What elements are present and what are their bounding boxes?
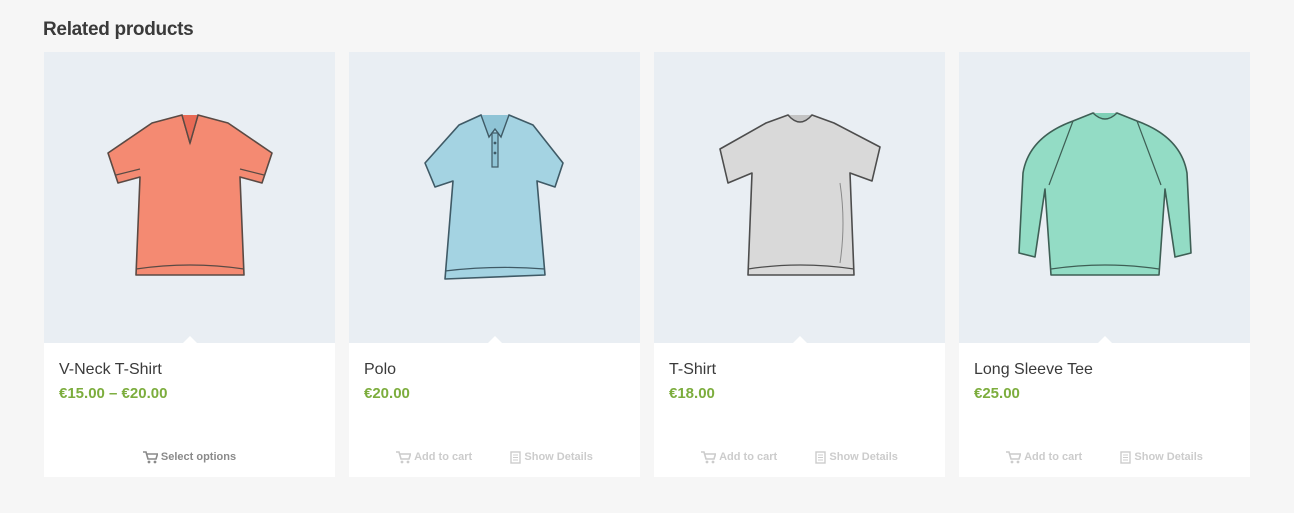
section-title: Related products <box>43 19 194 40</box>
add-to-cart-button[interactable]: Add to cart <box>1006 450 1083 464</box>
select-options-label: Select options <box>160 451 237 463</box>
cart-icon <box>701 450 717 463</box>
show-details-label: Show Details <box>1134 451 1203 463</box>
cart-icon <box>1006 450 1022 463</box>
document-icon <box>510 450 522 464</box>
card-notch <box>181 336 198 344</box>
product-price: €15.00 – €20.00 <box>59 385 168 402</box>
product-card-tshirt: T-Shirt €18.00 Add to cart Show Details <box>654 52 945 477</box>
product-card-vneck-tshirt: V-Neck T-Shirt €15.00 – €20.00 Select op… <box>44 52 335 477</box>
add-to-cart-label: Add to cart <box>1024 451 1083 463</box>
polo-shirt-icon <box>423 113 564 280</box>
add-to-cart-button[interactable]: Add to cart <box>701 450 778 464</box>
product-title[interactable]: Long Sleeve Tee <box>974 360 1235 380</box>
product-card-long-sleeve-tee: Long Sleeve Tee €25.00 Add to cart Show … <box>959 52 1250 477</box>
show-details-button[interactable]: Show Details <box>510 450 593 464</box>
product-price: €20.00 <box>364 385 410 402</box>
show-details-label: Show Details <box>524 451 593 463</box>
show-details-button[interactable]: Show Details <box>815 450 898 464</box>
card-notch <box>1096 336 1113 344</box>
add-to-cart-button[interactable]: Add to cart <box>396 450 473 464</box>
product-title[interactable]: T-Shirt <box>669 360 930 380</box>
add-to-cart-label: Add to cart <box>719 451 778 463</box>
cart-icon <box>396 450 412 463</box>
document-icon <box>815 450 827 464</box>
tshirt-icon <box>718 113 881 276</box>
product-price: €25.00 <box>974 385 1020 402</box>
product-title[interactable]: Polo <box>364 360 625 380</box>
cart-icon <box>142 450 158 463</box>
product-image-link[interactable] <box>959 52 1250 344</box>
product-card-polo: Polo €20.00 Add to cart Show Details <box>349 52 640 477</box>
add-to-cart-label: Add to cart <box>414 451 473 463</box>
show-details-label: Show Details <box>829 451 898 463</box>
product-image-link[interactable] <box>44 52 335 344</box>
card-notch <box>486 336 503 344</box>
card-notch <box>791 336 808 344</box>
document-icon <box>1120 450 1132 464</box>
product-image-link[interactable] <box>349 52 640 344</box>
select-options-button[interactable]: Select options <box>142 450 237 464</box>
product-price: €18.00 <box>669 385 715 402</box>
product-image-link[interactable] <box>654 52 945 344</box>
product-title[interactable]: V-Neck T-Shirt <box>59 360 320 380</box>
vneck-tshirt-icon <box>106 113 273 276</box>
long-sleeve-tee-icon <box>1017 111 1192 276</box>
related-products-grid: V-Neck T-Shirt €15.00 – €20.00 Select op… <box>44 52 1250 477</box>
show-details-button[interactable]: Show Details <box>1120 450 1203 464</box>
